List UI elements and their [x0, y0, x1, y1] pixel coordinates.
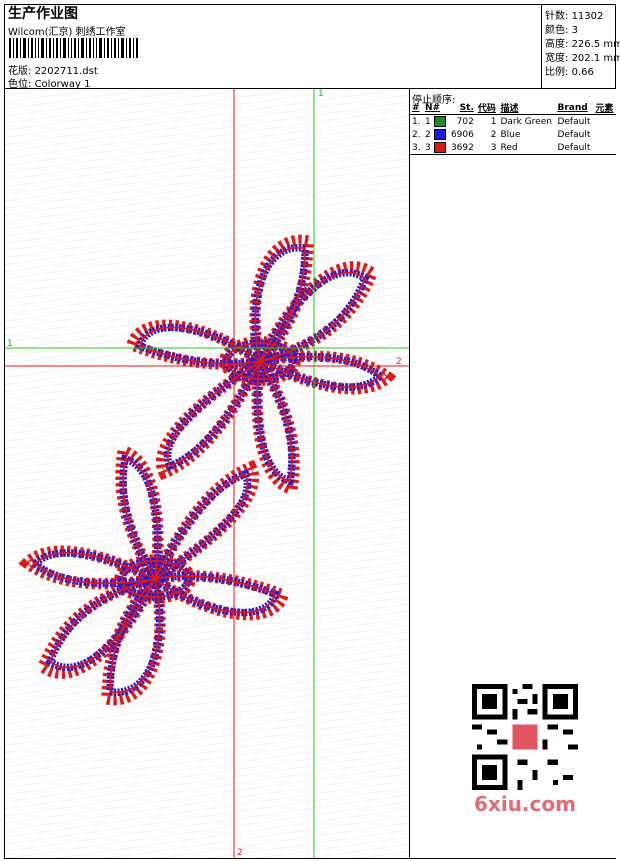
table-row: 1. 1 702 1 Dark Green Default: [410, 114, 616, 128]
watermark-text: 6xiu.com: [474, 792, 576, 816]
stat-height: 高度: 226.5 mm: [545, 39, 620, 50]
design-canvas: 1 1 2 2: [5, 89, 409, 858]
guide-label-red-right: 2: [396, 357, 402, 367]
company-name: Wilcom(汇京) 刺绣工作室: [8, 27, 126, 38]
table-row: 2. 2 6906 2 Blue Default: [412, 129, 591, 140]
stat-scale: 比例: 0.66: [545, 67, 594, 78]
guide-label-green-left: 1: [7, 339, 13, 349]
embroidery-design: 1 1 2 2: [5, 89, 409, 858]
lower-flower: [27, 451, 283, 700]
stat-stitches: 针数: 11302: [545, 11, 604, 22]
stat-width: 宽度: 202.1 mm: [545, 53, 620, 64]
sheet-title: 生产作业图: [8, 6, 78, 22]
stat-colors: 颜色: 3: [545, 25, 578, 36]
color-sequence-panel: 停止顺序: # N# St. 代码 描述 Brand 元素 1. 1 702 1…: [409, 89, 616, 858]
guide-label-red-bottom: 2: [237, 848, 243, 858]
guide-label-green-top: 1: [318, 89, 324, 99]
swatch-dark-green: [433, 116, 446, 127]
table-header: # N# St. 代码 描述 Brand 元素: [412, 102, 614, 115]
swatch-red: [433, 142, 446, 153]
qr-code: [472, 684, 578, 790]
swatch-blue: [433, 129, 446, 140]
table-row: 3. 3 3692 3 Red Default: [410, 141, 616, 155]
stats-box: 针数: 11302 颜色: 3 高度: 226.5 mm 宽度: 202.1 m…: [541, 4, 620, 88]
barcode: [9, 38, 138, 58]
upper-flower: [132, 240, 388, 489]
color-table: # N# St. 代码 描述 Brand 元素 1. 1 702 1 Dark …: [410, 101, 616, 155]
